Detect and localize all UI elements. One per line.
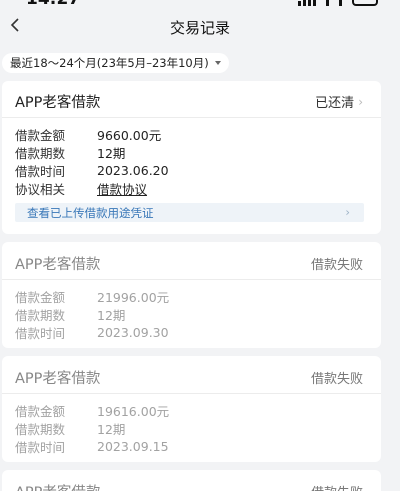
- row-agreement: 协议相关 借款协议: [15, 179, 147, 197]
- record-card[interactable]: APP老客借款 借款失败 借款金额 19616.00元 借款期数 12期 借款时…: [2, 356, 381, 462]
- row-value: 2023.09.30: [97, 324, 169, 340]
- record-status: 已还清 ›: [315, 92, 363, 112]
- status-label: 借款失败: [310, 258, 363, 273]
- date-range-filter[interactable]: 最近18～24个月(23年5月–23年10月): [2, 53, 229, 73]
- status-time: 14:27: [26, 0, 80, 9]
- row-date: 借款时间 2023.06.20: [15, 161, 169, 179]
- record-title: APP老客借款: [15, 481, 100, 491]
- row-value: 12期: [97, 421, 126, 437]
- row-label: 协议相关: [15, 181, 66, 197]
- battery-icon: [352, 0, 378, 6]
- row-value: 21996.00元: [97, 289, 170, 305]
- record-card[interactable]: APP老客借款 借款失败: [2, 470, 381, 491]
- row-label: 借款期数: [15, 307, 66, 323]
- row-label: 借款金额: [15, 127, 66, 143]
- row-label: 借款期数: [15, 421, 66, 437]
- row-label: 借款金额: [15, 403, 66, 419]
- voucher-link[interactable]: 查看已上传借款用途凭证 ›: [15, 203, 364, 222]
- chevron-right-icon: ›: [345, 205, 350, 219]
- row-periods: 借款期数 12期: [15, 143, 125, 161]
- record-card[interactable]: APP老客借款 已还清 › 借款金额 9660.00元 借款期数 12期 借款时…: [2, 81, 381, 234]
- row-label: 借款时间: [15, 439, 66, 455]
- row-date: 借款时间 2023.09.15: [15, 437, 169, 455]
- row-value: 12期: [97, 307, 126, 323]
- row-value: 9660.00元: [97, 127, 162, 143]
- row-value: 2023.09.15: [97, 438, 169, 454]
- row-label: 借款时间: [15, 325, 66, 341]
- divider: [2, 393, 381, 394]
- record-title: APP老客借款: [15, 371, 101, 387]
- voucher-link-label: 查看已上传借款用途凭证: [27, 206, 154, 220]
- caret-down-icon: [214, 61, 221, 65]
- row-amount: 借款金额 19616.00元: [15, 401, 169, 419]
- status-label: 借款失败: [311, 482, 363, 491]
- record-status: 借款失败: [311, 482, 363, 491]
- row-label: 借款时间: [15, 163, 66, 179]
- divider: [2, 279, 381, 280]
- record-title: APP老客借款: [15, 257, 101, 273]
- row-value: 12期: [97, 145, 126, 161]
- row-periods: 借款期数 12期: [15, 419, 125, 437]
- chevron-right-icon: ›: [358, 94, 363, 109]
- status-bar: 14:27: [0, 0, 400, 10]
- agreement-link[interactable]: 借款协议: [97, 179, 147, 198]
- nav-bar: 交易记录: [0, 10, 400, 44]
- record-card[interactable]: APP老客借款 借款失败 借款金额 21996.00元 借款期数 12期 借款时…: [2, 242, 381, 348]
- row-date: 借款时间 2023.09.30: [15, 323, 169, 341]
- date-range-label: 最近18～24个月(23年5月–23年10月): [10, 56, 209, 70]
- wifi-icon: [326, 0, 342, 6]
- row-periods: 借款期数 12期: [15, 305, 125, 323]
- signal-icon: [298, 0, 316, 6]
- row-label: 借款金额: [15, 289, 66, 305]
- row-amount: 借款金额 9660.00元: [15, 125, 161, 143]
- row-value: 2023.06.20: [97, 162, 169, 178]
- row-value: 19616.00元: [97, 403, 170, 419]
- row-label: 借款期数: [15, 145, 66, 161]
- record-title: APP老客借款: [15, 95, 101, 111]
- record-status: 借款失败: [311, 368, 363, 387]
- row-amount: 借款金额 21996.00元: [15, 287, 169, 305]
- status-icons: [298, 0, 378, 6]
- status-label: 借款失败: [310, 372, 363, 387]
- divider: [2, 117, 381, 118]
- status-label: 已还清: [315, 96, 355, 111]
- page-title: 交易记录: [169, 19, 230, 37]
- record-status: 借款失败: [311, 254, 363, 273]
